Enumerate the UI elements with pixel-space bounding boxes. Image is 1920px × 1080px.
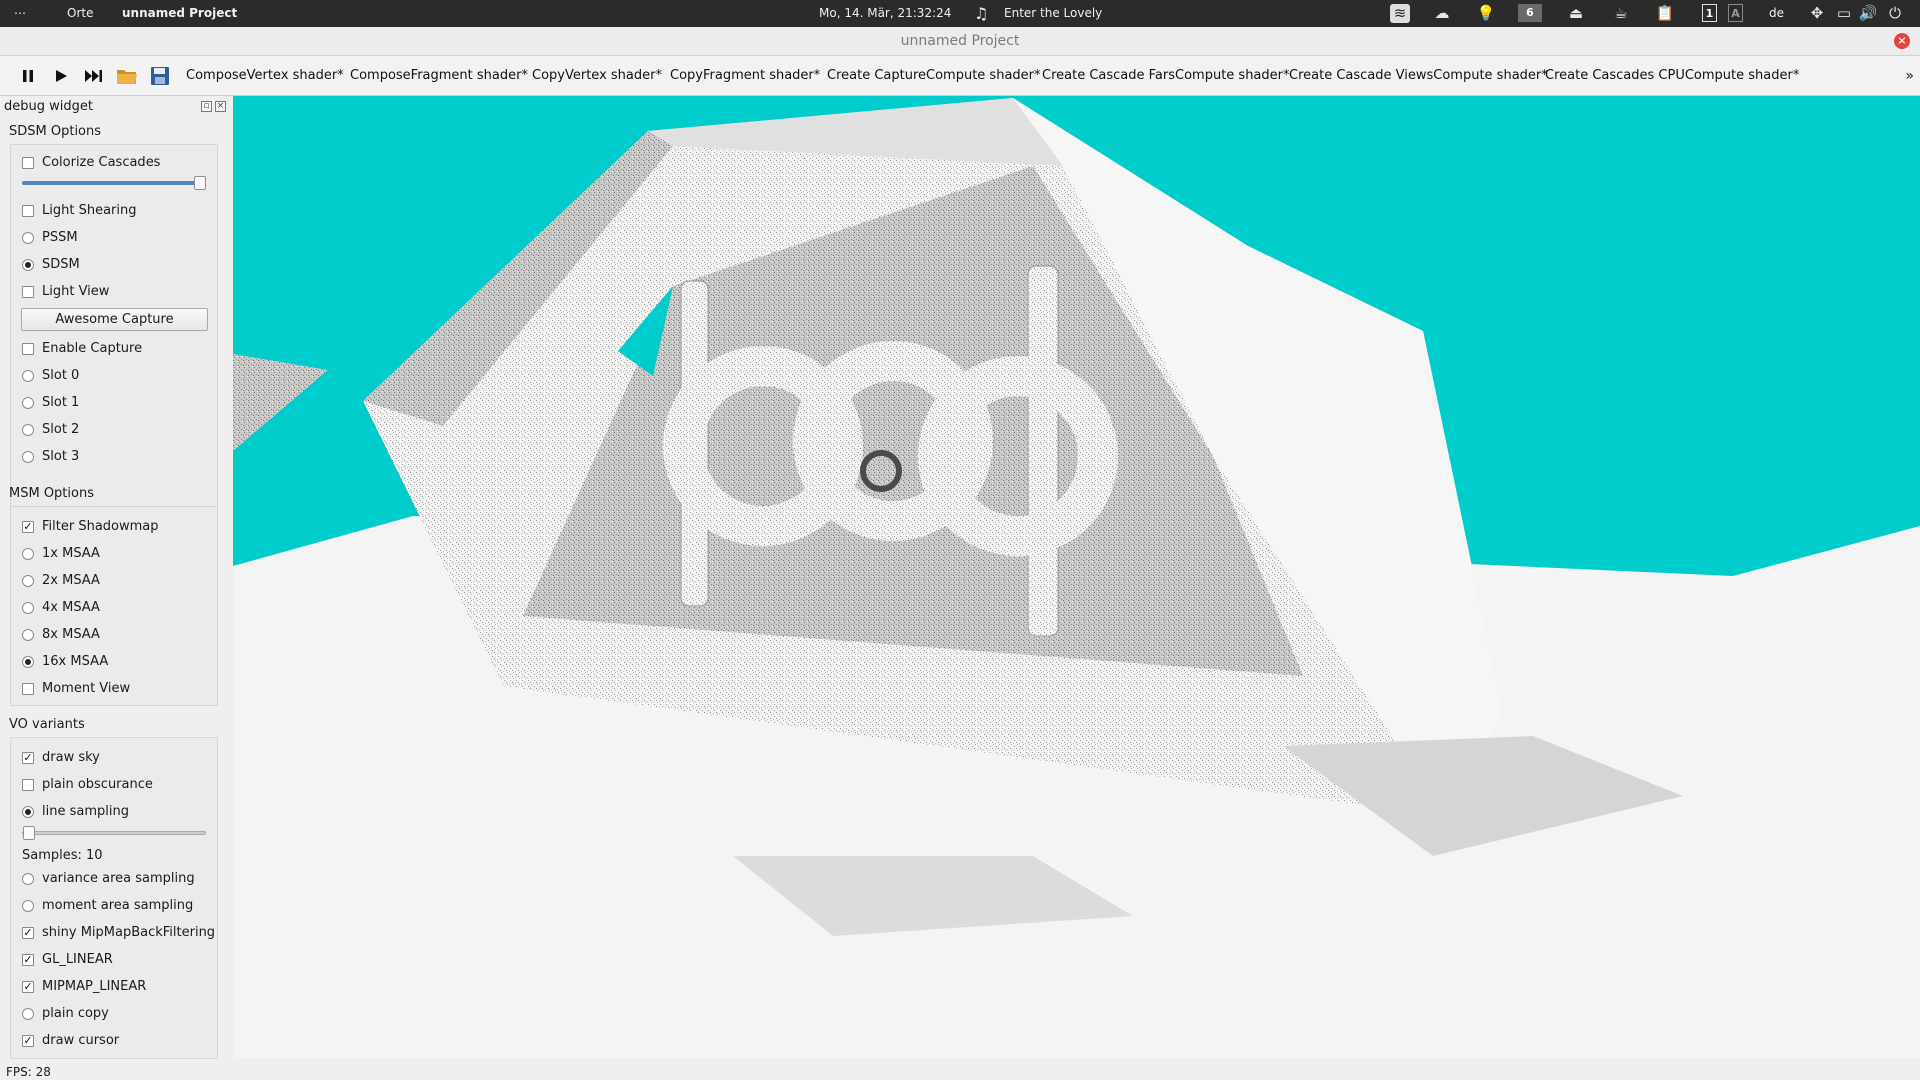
slot-1-label: Slot 1 [42, 395, 80, 410]
samples-slider[interactable] [22, 826, 206, 840]
debug-widget-dock: debug widget ▫ × SDSM Options Colorize C… [0, 96, 233, 1064]
toolbar: ComposeVertex shader* ComposeFragment sh… [0, 56, 1920, 96]
play-icon[interactable] [49, 64, 73, 88]
msaa-1x-label: 1x MSAA [42, 546, 100, 561]
clipboard-icon[interactable]: 📋 [1655, 4, 1675, 23]
dock-title: debug widget [4, 99, 93, 114]
samples-slider-handle[interactable] [23, 826, 35, 840]
checkmark-icon: ✓ [22, 751, 34, 764]
moment-view-label: Moment View [42, 681, 131, 696]
spotify-icon[interactable]: ≋ [1390, 4, 1410, 23]
active-app-label[interactable]: unnamed Project [122, 0, 237, 27]
tab-create-capture-compute-shader[interactable]: Create CaptureCompute shader* [827, 56, 1041, 96]
slot-2-label: Slot 2 [42, 422, 80, 437]
plain-copy-label: plain copy [42, 1006, 109, 1021]
close-dock-icon[interactable]: × [215, 101, 226, 112]
fps-counter: FPS: 28 [6, 1065, 51, 1079]
checkmark-icon: ✓ [22, 953, 34, 966]
draw-sky-label: draw sky [42, 750, 100, 765]
tab-create-cascade-fars-compute-shader[interactable]: Create Cascade FarsCompute shader* [1042, 56, 1290, 96]
float-dock-icon[interactable]: ▫ [201, 101, 212, 112]
msaa-16x-label: 16x MSAA [42, 654, 109, 669]
coffee-icon[interactable]: ☕ [1611, 4, 1631, 23]
msaa-4x-label: 4x MSAA [42, 600, 100, 615]
vo-section-title: VO variants [9, 717, 85, 732]
mipmap-linear-label: MIPMAP_LINEAR [42, 979, 147, 994]
network-icon[interactable]: ✥ [1807, 4, 1827, 23]
checkmark-icon: ✓ [22, 926, 34, 939]
cascade-slider-handle[interactable] [194, 176, 206, 190]
slot-0-label: Slot 0 [42, 368, 80, 383]
scene-render [233, 98, 1920, 1058]
tab-copy-fragment-shader[interactable]: CopyFragment shader* [670, 56, 820, 96]
msm-options-group: ✓ Filter Shadowmap 1x MSAA 2x MSAA 4x MSA… [10, 506, 218, 706]
tab-copy-vertex-shader[interactable]: CopyVertex shader* [532, 56, 662, 96]
volume-icon[interactable]: 🔊 [1858, 4, 1878, 23]
shiny-mipmap-label: shiny MipMapBackFiltering [42, 925, 216, 940]
sdsm-section-title: SDSM Options [9, 124, 102, 139]
light-view-label: Light View [42, 284, 110, 299]
power-icon[interactable]: ⏻ [1885, 4, 1905, 23]
sdsm-label: SDSM [42, 257, 80, 272]
save-icon[interactable] [148, 64, 172, 88]
ellipsis-icon[interactable]: ⋯ [14, 0, 26, 27]
render-viewport[interactable] [233, 96, 1920, 1058]
samples-label: Samples: 10 [22, 848, 103, 863]
places-menu[interactable]: Orte [67, 0, 93, 27]
cascade-slider[interactable] [22, 176, 206, 190]
window-title-bar: unnamed Project × [0, 27, 1920, 56]
awesome-capture-button[interactable]: Awesome Capture [21, 308, 208, 331]
checkbox-box [22, 157, 34, 169]
system-panel: ⋯ Orte unnamed Project Mo, 14. Mär, 21:3… [0, 0, 1920, 27]
cascade-slider-fill [22, 181, 202, 185]
tab-compose-fragment-shader[interactable]: ComposeFragment shader* [350, 56, 528, 96]
line-sampling-label: line sampling [42, 804, 129, 819]
toolbar-overflow-button[interactable]: » [1905, 56, 1914, 96]
tab-compose-vertex-shader[interactable]: ComposeVertex shader* [186, 56, 344, 96]
keyboard-layout[interactable]: de [1769, 0, 1784, 27]
draw-cursor-label: draw cursor [42, 1033, 120, 1048]
pause-icon[interactable] [16, 64, 40, 88]
colorize-cascades-label: Colorize Cascades [42, 155, 161, 170]
skip-forward-icon[interactable] [82, 64, 106, 88]
cloud-icon[interactable]: ☁ [1432, 4, 1452, 23]
enable-capture-label: Enable Capture [42, 341, 143, 356]
msaa-8x-label: 8x MSAA [42, 627, 100, 642]
display-icon[interactable]: ▭ [1834, 4, 1854, 23]
tab-create-cascades-cpu-compute-shader[interactable]: Create Cascades CPUCompute shader* [1545, 56, 1799, 96]
folder-icon[interactable] [115, 64, 139, 88]
clock[interactable]: Mo, 14. Mär, 21:32:24 [819, 0, 951, 27]
vo-variants-group: ✓ draw sky plain obscurance line sampling… [10, 737, 218, 1059]
filter-shadowmap-label: Filter Shadowmap [42, 519, 159, 534]
plain-obscurance-label: plain obscurance [42, 777, 153, 792]
msm-section-title: MSM Options [9, 486, 94, 501]
far-slab [233, 354, 328, 451]
workspace-indicator[interactable]: 6 [1518, 4, 1542, 22]
moment-area-sampling-label: moment area sampling [42, 898, 194, 913]
indicator-box-2[interactable]: A [1728, 4, 1743, 22]
light-shearing-label: Light Shearing [42, 203, 137, 218]
indicator-box-1[interactable]: 1 [1702, 4, 1717, 22]
right-pillar [1027, 265, 1059, 637]
checkmark-icon: ✓ [22, 520, 34, 533]
checkmark-icon: ✓ [22, 1034, 34, 1047]
checkmark-icon: ✓ [22, 980, 34, 993]
music-note-icon: ♫ [974, 4, 989, 23]
pssm-label: PSSM [42, 230, 78, 245]
bulb-icon[interactable]: 💡 [1476, 4, 1496, 23]
msaa-2x-label: 2x MSAA [42, 573, 100, 588]
gl-linear-label: GL_LINEAR [42, 952, 113, 967]
variance-area-sampling-label: variance area sampling [42, 871, 195, 886]
now-playing[interactable]: Enter the Lovely [1004, 0, 1102, 27]
tab-create-cascade-views-compute-shader[interactable]: Create Cascade ViewsCompute shader* [1289, 56, 1548, 96]
slot-3-label: Slot 3 [42, 449, 80, 464]
eject-icon[interactable]: ⏏ [1566, 4, 1586, 23]
window-title: unnamed Project [900, 33, 1020, 49]
close-icon[interactable]: × [1894, 33, 1910, 49]
